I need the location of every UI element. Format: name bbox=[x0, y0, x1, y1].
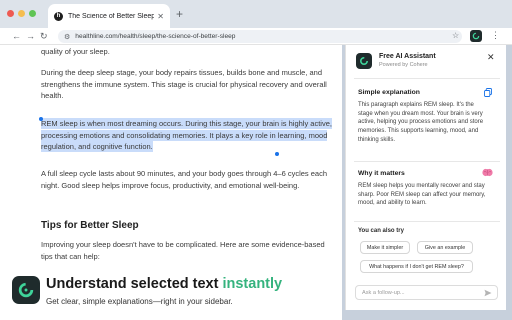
tab-active[interactable]: h The Science of Better Sleep ✕ bbox=[48, 4, 170, 28]
close-window-button[interactable] bbox=[7, 10, 14, 17]
window-controls bbox=[7, 10, 36, 17]
selection-start-handle[interactable] bbox=[39, 117, 43, 121]
tab-strip: h The Science of Better Sleep ✕ + bbox=[0, 0, 512, 28]
paragraph-intro-tail: quality of your sleep. bbox=[41, 47, 110, 56]
tab-title: The Science of Better Sleep bbox=[68, 12, 155, 20]
promo-subline: Get clear, simple explanations—right in … bbox=[46, 297, 233, 306]
simple-explanation-text: This paragraph explains REM sleep. It's … bbox=[358, 102, 484, 143]
sidebar-divider bbox=[354, 161, 500, 162]
sidebar-close-icon[interactable]: ✕ bbox=[487, 52, 495, 63]
promo-headline-main: Understand selected text bbox=[46, 276, 219, 292]
paragraph-deep-sleep: During the deep sleep stage, your body r… bbox=[41, 68, 327, 100]
reload-icon[interactable]: ↻ bbox=[40, 30, 48, 42]
send-icon[interactable] bbox=[484, 289, 492, 297]
promo-headline-accent: instantly bbox=[222, 276, 283, 292]
url-text: healthline.com/health/sleep/the-science-… bbox=[75, 33, 236, 40]
why-it-matters-title: Why it matters bbox=[358, 170, 405, 177]
sidebar-divider bbox=[354, 221, 500, 222]
maximize-window-button[interactable] bbox=[29, 10, 36, 17]
paragraph-tips: Improving your sleep doesn't have to be … bbox=[41, 240, 325, 261]
suggestion-what-happens-button[interactable]: What happens if I don't get REM sleep? bbox=[360, 260, 473, 273]
follow-up-box bbox=[355, 285, 498, 300]
promo-headline: Understand selected text instantly bbox=[46, 276, 282, 292]
new-tab-button[interactable]: + bbox=[176, 7, 183, 21]
site-info-icon[interactable]: ⚙ bbox=[64, 33, 70, 41]
sidebar-title: Free AI Assistant bbox=[379, 53, 436, 60]
forward-arrow-icon[interactable]: → bbox=[26, 30, 35, 42]
ai-assistant-sidebar: Free AI Assistant Powered by Cohere ✕ Si… bbox=[345, 45, 506, 310]
extension-assistant-icon[interactable] bbox=[470, 30, 482, 42]
browser-toolbar: ← → ↻ ⚙ healthline.com/health/sleep/the-… bbox=[0, 28, 512, 45]
bookmark-star-icon[interactable]: ☆ bbox=[452, 31, 459, 40]
suggestion-give-example-button[interactable]: Give an example bbox=[417, 241, 473, 254]
paragraph-sleep-cycle: A full sleep cycle lasts about 90 minute… bbox=[41, 169, 328, 190]
browser-menu-icon[interactable]: ⋮ bbox=[491, 30, 500, 41]
minimize-window-button[interactable] bbox=[18, 10, 25, 17]
brain-icon bbox=[482, 168, 493, 177]
follow-up-input[interactable] bbox=[362, 289, 474, 296]
simple-explanation-title: Simple explanation bbox=[358, 89, 420, 96]
copy-icon[interactable] bbox=[484, 88, 492, 97]
suggestions-label: You can also try bbox=[358, 228, 404, 234]
heading-tips: Tips for Better Sleep bbox=[41, 220, 139, 231]
selection-end-handle[interactable] bbox=[275, 152, 279, 156]
assistant-logo-icon bbox=[356, 53, 372, 69]
suggestion-make-simpler-button[interactable]: Make it simpler bbox=[360, 241, 410, 254]
site-favicon-icon: h bbox=[54, 11, 63, 21]
sidebar-subtitle: Powered by Cohere bbox=[379, 62, 428, 68]
sidebar-divider bbox=[354, 78, 500, 79]
back-arrow-icon[interactable]: ← bbox=[12, 30, 21, 42]
promo-logo-icon bbox=[12, 276, 40, 304]
selected-text[interactable]: REM sleep is when most dreaming occurs. … bbox=[41, 118, 332, 152]
paragraph-rem-selected[interactable]: REM sleep is when most dreaming occurs. … bbox=[41, 118, 333, 153]
tab-close-icon[interactable]: ✕ bbox=[157, 12, 164, 21]
why-it-matters-text: REM sleep helps you mentally recover and… bbox=[358, 183, 486, 207]
address-bar[interactable]: ⚙ healthline.com/health/sleep/the-scienc… bbox=[58, 30, 462, 43]
